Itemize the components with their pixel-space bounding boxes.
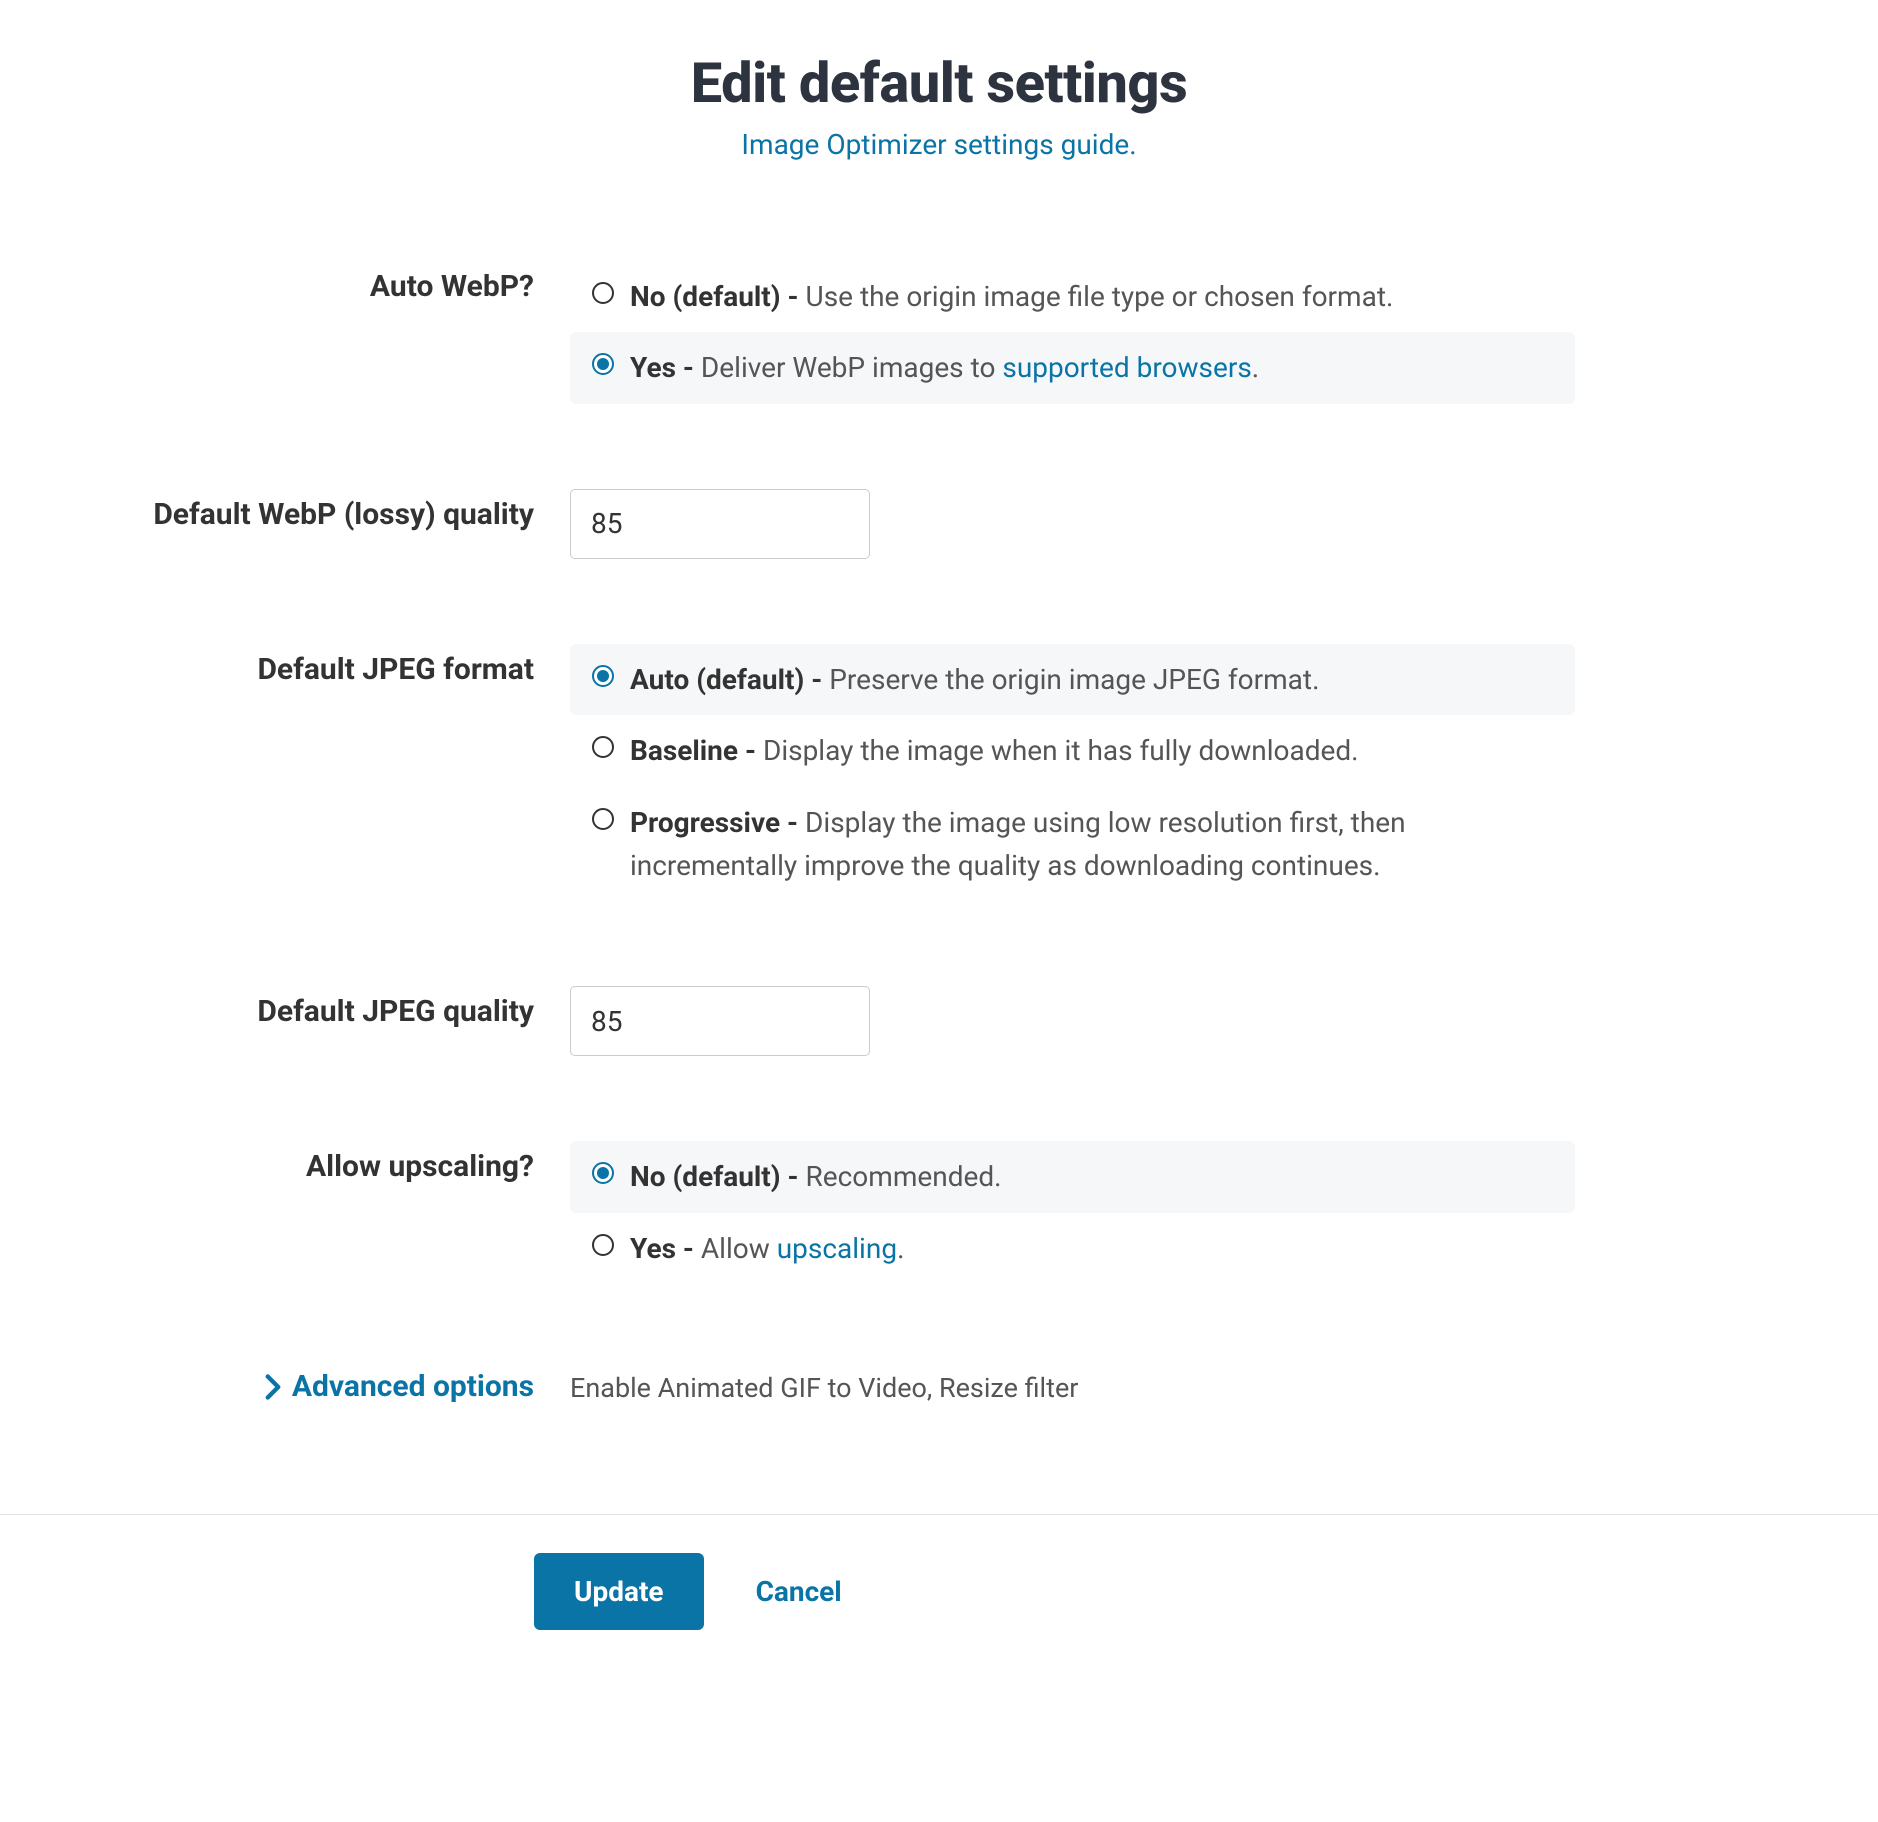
jpeg-quality-input[interactable] xyxy=(570,986,870,1056)
jpeg-format-label: Default JPEG format xyxy=(40,644,570,687)
radio-icon[interactable] xyxy=(592,1162,614,1184)
upscaling-option-yes[interactable]: Yes - Allow upscaling. xyxy=(570,1213,1575,1284)
radio-text: Progressive - Display the image using lo… xyxy=(630,801,1553,888)
field-auto-webp: Auto WebP? No (default) - Use the origin… xyxy=(40,261,1838,404)
auto-webp-option-yes[interactable]: Yes - Deliver WebP images to supported b… xyxy=(570,332,1575,403)
radio-icon[interactable] xyxy=(592,282,614,304)
radio-text: No (default) - Recommended. xyxy=(630,1155,1553,1198)
jpeg-format-option-baseline[interactable]: Baseline - Display the image when it has… xyxy=(570,715,1575,786)
settings-guide-link[interactable]: Image Optimizer settings guide. xyxy=(40,128,1838,161)
radio-icon[interactable] xyxy=(592,353,614,375)
jpeg-format-option-progressive[interactable]: Progressive - Display the image using lo… xyxy=(570,787,1575,902)
auto-webp-label: Auto WebP? xyxy=(40,261,570,304)
upscaling-label: Allow upscaling? xyxy=(40,1141,570,1184)
advanced-options-label: Advanced options xyxy=(292,1369,534,1404)
radio-icon[interactable] xyxy=(592,808,614,830)
jpeg-format-option-auto[interactable]: Auto (default) - Preserve the origin ima… xyxy=(570,644,1575,715)
advanced-options-toggle[interactable]: Advanced options xyxy=(40,1369,570,1404)
radio-icon[interactable] xyxy=(592,736,614,758)
advanced-options-row: Advanced options Enable Animated GIF to … xyxy=(40,1369,1838,1404)
field-jpeg-quality: Default JPEG quality xyxy=(40,986,1838,1056)
advanced-options-description: Enable Animated GIF to Video, Resize fil… xyxy=(570,1370,1838,1404)
field-webp-quality: Default WebP (lossy) quality xyxy=(40,489,1838,559)
radio-icon[interactable] xyxy=(592,1234,614,1256)
supported-browsers-link[interactable]: supported browsers xyxy=(1002,351,1251,384)
jpeg-quality-label: Default JPEG quality xyxy=(40,986,570,1029)
auto-webp-option-no[interactable]: No (default) - Use the origin image file… xyxy=(570,261,1575,332)
radio-text: Yes - Deliver WebP images to supported b… xyxy=(630,346,1553,389)
webp-quality-label: Default WebP (lossy) quality xyxy=(40,489,570,532)
radio-text: Auto (default) - Preserve the origin ima… xyxy=(630,658,1553,701)
radio-icon[interactable] xyxy=(592,665,614,687)
radio-text: No (default) - Use the origin image file… xyxy=(630,275,1553,318)
webp-quality-input[interactable] xyxy=(570,489,870,559)
field-upscaling: Allow upscaling? No (default) - Recommen… xyxy=(40,1141,1838,1284)
upscaling-option-no[interactable]: No (default) - Recommended. xyxy=(570,1141,1575,1212)
upscaling-link[interactable]: upscaling xyxy=(777,1232,897,1265)
update-button[interactable]: Update xyxy=(534,1553,704,1630)
page-title: Edit default settings xyxy=(40,50,1838,116)
footer-bar: Update Cancel xyxy=(0,1514,1878,1690)
chevron-right-icon xyxy=(264,1373,282,1401)
radio-text: Baseline - Display the image when it has… xyxy=(630,729,1553,772)
cancel-button[interactable]: Cancel xyxy=(756,1575,842,1608)
radio-text: Yes - Allow upscaling. xyxy=(630,1227,1553,1270)
field-jpeg-format: Default JPEG format Auto (default) - Pre… xyxy=(40,644,1838,902)
